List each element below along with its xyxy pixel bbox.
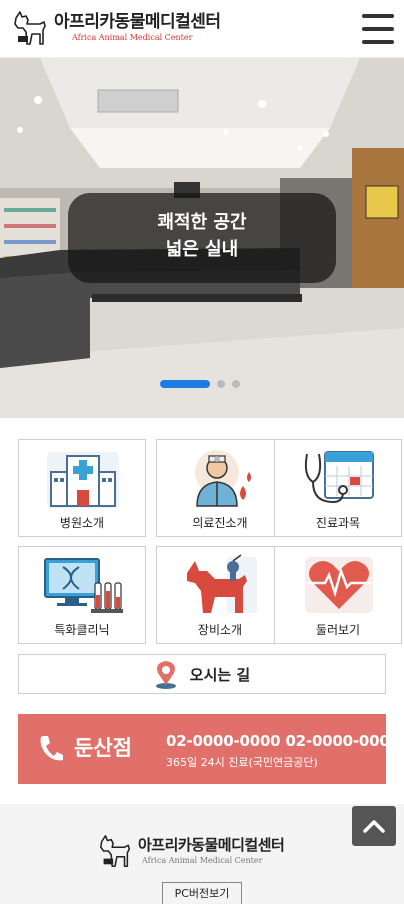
slider-pagination — [160, 380, 247, 388]
phone-icon — [40, 736, 63, 761]
branch-phone-numbers[interactable]: 02-0000-0000 02-0000-0000 — [166, 732, 400, 750]
doctor-icon — [195, 450, 251, 507]
pc-version-button[interactable]: PC버전보기 — [162, 882, 242, 904]
hero-slider[interactable]: 쾌적한 공간 넓은 실내 — [0, 58, 404, 418]
slider-dot-3[interactable] — [232, 380, 240, 388]
hamburger-menu-icon[interactable] — [362, 14, 394, 44]
slider-dot-2[interactable] — [217, 380, 225, 388]
dog-equipment-icon — [187, 554, 257, 613]
footer-logo: 아프리카동물메디컬센터 Africa Animal Medical Center — [96, 832, 285, 870]
chevron-up-icon — [363, 820, 385, 833]
menu-tour[interactable]: 둘러보기 — [274, 546, 402, 644]
slider-dot-1[interactable] — [160, 380, 210, 388]
dna-test-tubes-icon — [44, 558, 123, 613]
stethoscope-calendar-icon — [304, 451, 374, 504]
logo-title: 아프리카동물메디컬센터 — [54, 12, 221, 32]
map-pin-icon — [155, 661, 176, 689]
menu-hospital-intro[interactable]: 병원소개 — [18, 439, 146, 537]
hero-caption: 쾌적한 공간 넓은 실내 — [68, 193, 336, 283]
directions-label: 오시는 길 — [189, 665, 251, 684]
scroll-top-button[interactable] — [352, 806, 396, 846]
menu-departments[interactable]: 진료과목 — [274, 439, 402, 537]
menu-special-clinic[interactable]: 특화클리닉 — [18, 546, 146, 644]
directions-button[interactable]: 오시는 길 — [18, 654, 386, 694]
menu-label: 병원소개 — [59, 516, 105, 530]
menu-doctors[interactable]: 의료진소개 — [156, 439, 284, 537]
menu-equipment[interactable]: 장비소개 — [156, 546, 284, 644]
menu-label: 의료진소개 — [192, 516, 248, 530]
footer-logo-title: 아프리카동물메디컬센터 — [138, 836, 285, 854]
menu-label: 장비소개 — [197, 623, 243, 637]
menu-label: 특화클리닉 — [54, 623, 110, 637]
header: 아프리카동물메디컬센터 Africa Animal Medical Center — [0, 0, 404, 58]
dog-logo-icon — [99, 835, 131, 867]
branch-name: 둔산점 — [74, 736, 132, 760]
logo[interactable]: 아프리카동물메디컬센터 Africa Animal Medical Center — [10, 8, 221, 48]
hero-caption-line1: 쾌적한 공간 — [157, 212, 247, 233]
dog-logo-icon — [14, 11, 46, 45]
menu-label: 진료과목 — [315, 516, 361, 530]
hero-caption-line2: 넓은 실내 — [165, 239, 239, 260]
branch-contact-banner[interactable]: 둔산점 02-0000-0000 02-0000-0000 365일 24시 진… — [18, 714, 400, 784]
footer-logo-subtitle: Africa Animal Medical Center — [142, 856, 263, 865]
heart-pulse-icon — [305, 557, 373, 613]
logo-subtitle: Africa Animal Medical Center — [72, 33, 193, 42]
branch-hours: 365일 24시 진료(국민연금공단) — [166, 756, 318, 769]
hospital-icon — [47, 452, 119, 508]
menu-label: 둘러보기 — [315, 623, 361, 637]
